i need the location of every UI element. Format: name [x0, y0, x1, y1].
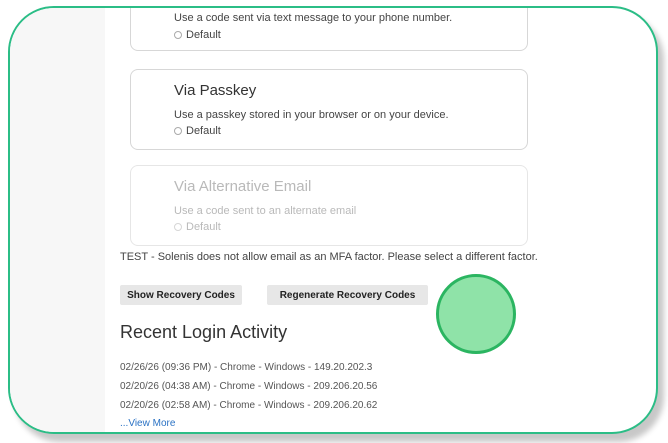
alt-email-title: Via Alternative Email: [174, 178, 312, 195]
passkey-default-label: Default: [186, 125, 221, 137]
login-activity-entry: 02/26/26 (09:36 PM) - Chrome - Windows -…: [120, 362, 373, 373]
mfa-warning-message: TEST - Solenis does not allow email as a…: [120, 251, 538, 263]
show-recovery-codes-button[interactable]: Show Recovery Codes: [120, 285, 242, 305]
sms-default-option[interactable]: Default: [174, 29, 221, 41]
sms-default-radio-icon[interactable]: [174, 31, 182, 39]
alt-email-default-option: Default: [174, 221, 221, 233]
regenerate-recovery-codes-button[interactable]: Regenerate Recovery Codes: [267, 285, 428, 305]
sms-default-label: Default: [186, 29, 221, 41]
touch-indicator-circle: [436, 274, 516, 354]
recent-login-activity-title: Recent Login Activity: [120, 322, 288, 342]
passkey-default-radio-icon[interactable]: [174, 127, 182, 135]
passkey-default-option[interactable]: Default: [174, 125, 221, 137]
mfa-option-alt-email-card: Via Alternative Email Use a code sent to…: [130, 165, 528, 246]
passkey-description: Use a passkey stored in your browser or …: [174, 109, 449, 121]
screenshot-frame: Use a code sent via text message to your…: [8, 6, 658, 434]
passkey-title: Via Passkey: [174, 82, 257, 99]
sms-description: Use a code sent via text message to your…: [174, 12, 453, 24]
login-activity-entry: 02/20/26 (02:58 AM) - Chrome - Windows -…: [120, 400, 378, 411]
view-more-link[interactable]: ...View More: [120, 418, 175, 429]
login-activity-entry: 02/20/26 (04:38 AM) - Chrome - Windows -…: [120, 381, 378, 392]
left-panel: [10, 8, 105, 432]
alt-email-description: Use a code sent to an alternate email: [174, 205, 357, 217]
mfa-option-passkey-card[interactable]: Via Passkey Use a passkey stored in your…: [130, 69, 528, 150]
mfa-option-sms-card[interactable]: Use a code sent via text message to your…: [130, 8, 528, 51]
alt-email-default-label: Default: [186, 221, 221, 233]
mfa-settings-content: Use a code sent via text message to your…: [120, 8, 540, 432]
alt-email-default-radio-icon: [174, 223, 182, 231]
